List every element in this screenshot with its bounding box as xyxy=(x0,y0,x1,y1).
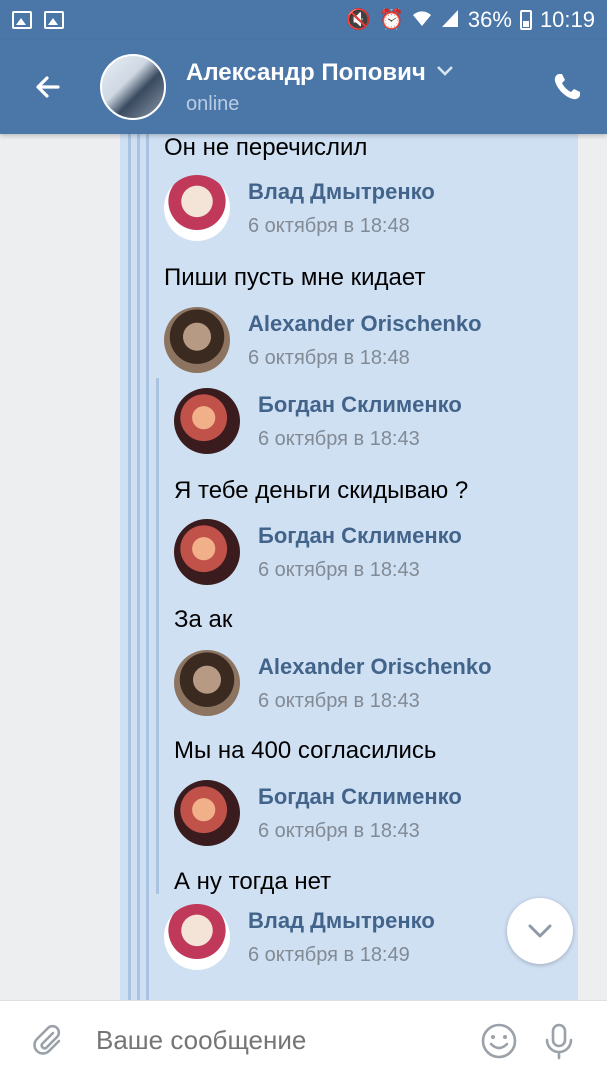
quote-author[interactable]: Богдан Склименко xyxy=(258,392,462,418)
quote-header: Богдан Склименко 6 октября в 18:43 xyxy=(174,388,462,454)
attach-icon xyxy=(33,1024,61,1055)
contact-name: Александр Попович xyxy=(186,58,426,86)
quote-header: Влад Дмытренко 6 октября в 18:49 xyxy=(164,904,435,970)
mic-button[interactable] xyxy=(529,1001,589,1080)
quote-time: 6 октября в 18:48 xyxy=(248,214,410,237)
phone-icon xyxy=(554,74,580,100)
message-text: Пиши пусть мне кидает xyxy=(164,264,426,291)
image-icon xyxy=(44,11,64,29)
quote-time: 6 октября в 18:43 xyxy=(258,689,420,712)
image-icon xyxy=(12,11,32,29)
message-text: А ну тогда нет xyxy=(174,868,332,895)
avatar xyxy=(174,519,240,585)
clock: 10:19 xyxy=(539,7,595,32)
chevron-down-icon xyxy=(436,64,454,82)
mute-icon: 🔇 xyxy=(346,9,371,31)
message-text: Я тебе деньги скидываю ? xyxy=(174,477,469,504)
signal-icon xyxy=(440,8,460,32)
wifi-icon xyxy=(412,8,432,32)
call-button[interactable] xyxy=(527,40,607,134)
quote-time: 6 октября в 18:49 xyxy=(248,943,410,966)
back-arrow-icon xyxy=(36,76,60,98)
message-text: Мы на 400 согласились xyxy=(174,737,437,764)
contact-status: online xyxy=(186,92,240,115)
quote-line xyxy=(146,134,149,1000)
quote-author[interactable]: Alexander Orischenko xyxy=(258,654,492,680)
quote-header: Alexander Orischenko 6 октября в 18:48 xyxy=(164,307,482,373)
battery-percent: 36% xyxy=(467,7,512,32)
mic-icon xyxy=(545,1023,573,1059)
quote-line xyxy=(137,134,140,1000)
quote-header: Богдан Склименко 6 октября в 18:43 xyxy=(174,780,462,846)
quote-time: 6 октября в 18:48 xyxy=(248,346,410,369)
avatar xyxy=(164,175,230,241)
quote-header: Влад Дмытренко 6 октября в 18:48 xyxy=(164,175,435,241)
quote-time: 6 октября в 18:43 xyxy=(258,558,420,581)
avatar xyxy=(174,388,240,454)
quote-time: 6 октября в 18:43 xyxy=(258,427,420,450)
quote-header: Богдан Склименко 6 октября в 18:43 xyxy=(174,519,462,585)
avatar xyxy=(164,307,230,373)
avatar xyxy=(174,780,240,846)
quote-line xyxy=(128,134,131,1000)
quote-author[interactable]: Богдан Склименко xyxy=(258,523,462,549)
chat-header: Александр Попович online xyxy=(0,40,607,134)
message-text: Он не перечислил xyxy=(164,134,368,161)
message-composer xyxy=(0,1000,607,1080)
quote-header: Alexander Orischenko 6 октября в 18:43 xyxy=(174,650,492,716)
scroll-down-button[interactable] xyxy=(507,898,573,964)
chevron-down-icon xyxy=(528,924,552,938)
status-bar: 🔇 ⏰ 36% 10:19 xyxy=(0,0,607,40)
battery-icon xyxy=(519,10,532,30)
avatar[interactable] xyxy=(100,54,166,120)
quote-time: 6 октября в 18:43 xyxy=(258,819,420,842)
quote-author[interactable]: Влад Дмытренко xyxy=(248,179,435,205)
quote-author[interactable]: Влад Дмытренко xyxy=(248,908,435,934)
contact-info[interactable]: Александр Попович online xyxy=(186,59,454,116)
avatar xyxy=(164,904,230,970)
quote-author[interactable]: Alexander Orischenko xyxy=(248,311,482,337)
message-text: За ак xyxy=(174,606,233,633)
quote-line xyxy=(156,378,159,894)
alarm-icon: ⏰ xyxy=(378,9,404,31)
back-button[interactable] xyxy=(0,40,96,134)
attach-button[interactable] xyxy=(0,1001,96,1080)
message-list[interactable]: Он не перечислил Влад Дмытренко 6 октябр… xyxy=(0,134,607,1000)
emoji-button[interactable] xyxy=(469,1001,529,1080)
avatar xyxy=(174,650,240,716)
message-input[interactable] xyxy=(96,1025,469,1056)
quote-author[interactable]: Богдан Склименко xyxy=(258,784,462,810)
emoji-icon xyxy=(481,1023,517,1058)
